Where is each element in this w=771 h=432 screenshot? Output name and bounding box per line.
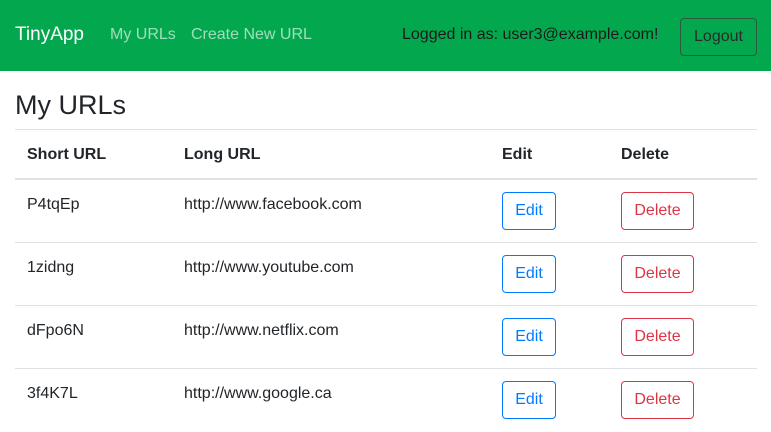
- edit-button[interactable]: Edit: [502, 192, 556, 230]
- delete-button[interactable]: Delete: [621, 255, 694, 293]
- edit-button[interactable]: Edit: [502, 255, 556, 293]
- row-divider: [15, 368, 757, 369]
- short-url-cell: 1zidng: [27, 259, 75, 276]
- short-url-cell: P4tqEp: [27, 196, 80, 213]
- brand-link[interactable]: TinyApp: [15, 23, 84, 47]
- row-divider: [15, 305, 757, 306]
- header-edit: Edit: [502, 146, 533, 163]
- delete-button[interactable]: Delete: [621, 381, 694, 419]
- table-top-border: [15, 129, 757, 130]
- logged-in-status: Logged in as: user3@example.com!: [402, 26, 659, 43]
- page-title: My URLs: [15, 90, 127, 120]
- row-divider: [15, 242, 757, 243]
- long-url-cell: http://www.netflix.com: [184, 322, 339, 339]
- header-short-url: Short URL: [27, 146, 107, 163]
- short-url-cell: dFpo6N: [27, 322, 84, 339]
- navbar: TinyApp My URLs Create New URL Logged in…: [0, 0, 771, 71]
- long-url-cell: http://www.facebook.com: [184, 196, 362, 213]
- table-header-divider: [15, 178, 757, 180]
- delete-button[interactable]: Delete: [621, 318, 694, 356]
- edit-button[interactable]: Edit: [502, 318, 556, 356]
- nav-create-url-link[interactable]: Create New URL: [191, 25, 312, 45]
- delete-button[interactable]: Delete: [621, 192, 694, 230]
- nav-my-urls-link[interactable]: My URLs: [110, 25, 176, 45]
- logout-button[interactable]: Logout: [680, 18, 757, 56]
- header-long-url: Long URL: [184, 146, 261, 163]
- long-url-cell: http://www.youtube.com: [184, 259, 354, 276]
- edit-button[interactable]: Edit: [502, 381, 556, 419]
- header-delete: Delete: [621, 146, 670, 163]
- short-url-cell: 3f4K7L: [27, 385, 78, 402]
- long-url-cell: http://www.google.ca: [184, 385, 332, 402]
